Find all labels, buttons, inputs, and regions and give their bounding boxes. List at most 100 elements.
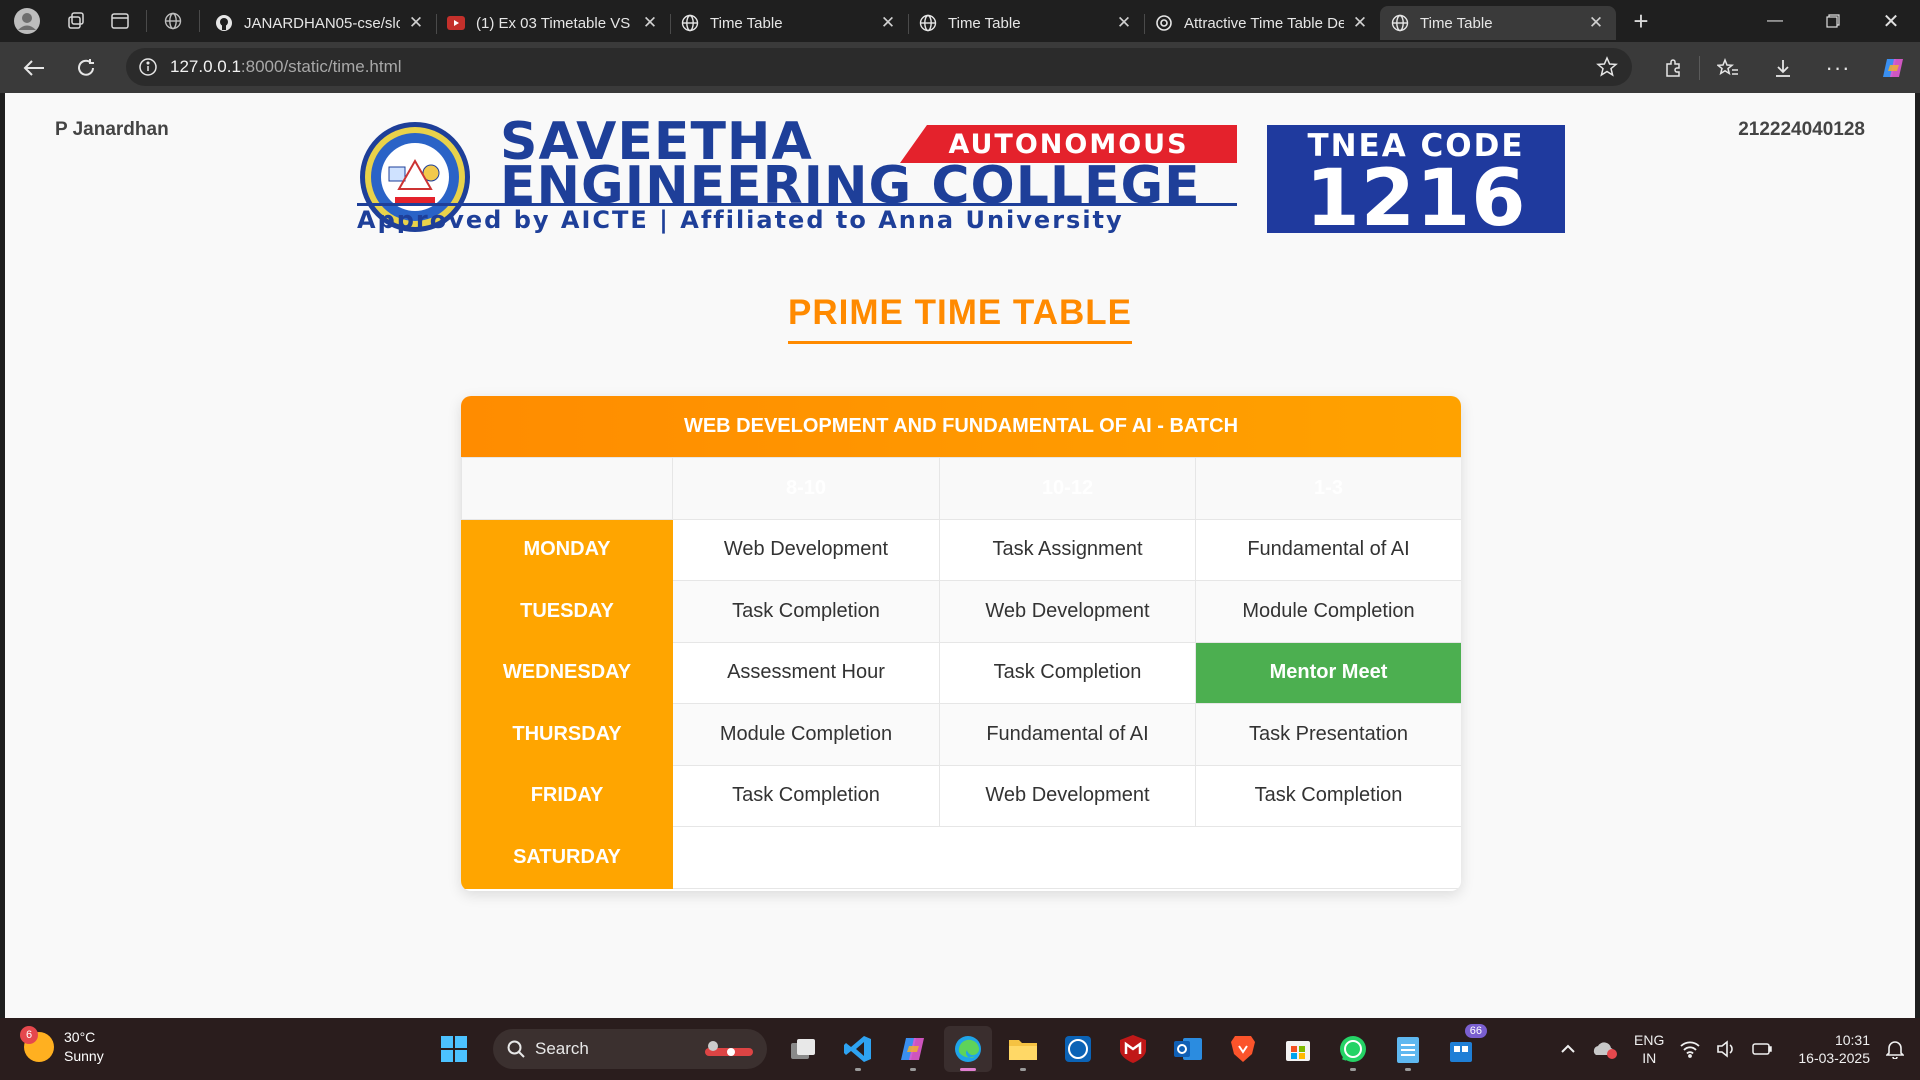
tab-actions-icon[interactable] xyxy=(98,0,142,42)
battery-icon[interactable] xyxy=(1752,1042,1773,1056)
subject-cell: Task Completion xyxy=(939,641,1196,704)
student-name: P Janardhan xyxy=(55,119,169,140)
day-cell: FRIDAY xyxy=(461,764,673,827)
tab-label: Time Table xyxy=(710,14,783,32)
affiliation-text: Approved by AICTE | Affiliated to Anna U… xyxy=(357,203,1237,234)
openai-icon xyxy=(1154,13,1174,33)
address-bar[interactable]: 127.0.0.1:8000/static/time.html xyxy=(126,48,1632,86)
copilot-icon[interactable] xyxy=(1866,48,1920,88)
notification-bell-icon[interactable] xyxy=(1886,1039,1904,1059)
outlook-icon[interactable] xyxy=(1164,1026,1212,1072)
refresh-icon[interactable] xyxy=(62,48,110,88)
back-arrow-icon[interactable] xyxy=(10,48,58,88)
tab-label: Attractive Time Table De xyxy=(1184,14,1344,32)
slot-header: 8-10 xyxy=(672,457,940,520)
tab-attractive-time-table[interactable]: Attractive Time Table De ✕ xyxy=(1144,6,1380,40)
whatsapp-icon[interactable] xyxy=(1329,1026,1377,1072)
tab-youtube[interactable]: (1) Ex 03 Timetable VS C ✕ xyxy=(436,6,671,40)
new-tab-icon[interactable]: + xyxy=(1616,0,1666,42)
subject-cell: Task Completion xyxy=(672,580,940,643)
subject-cell: Web Development xyxy=(939,764,1196,827)
windows-store-badge-icon[interactable]: 66 xyxy=(1439,1024,1487,1072)
clock[interactable]: 10:31 16-03-2025 xyxy=(1798,1031,1870,1067)
slot-header: 10-12 xyxy=(939,457,1196,520)
running-indicator xyxy=(960,1068,976,1071)
day-cell: WEDNESDAY xyxy=(461,641,673,704)
running-indicator xyxy=(1350,1068,1356,1071)
subject-cell: Module Completion xyxy=(672,703,940,766)
extensions-icon[interactable] xyxy=(1647,48,1699,88)
language-code: ENG xyxy=(1634,1032,1665,1048)
system-tray: ENG IN 10:31 16-03-2025 xyxy=(1552,1018,1920,1080)
more-options-icon[interactable]: ··· xyxy=(1810,48,1866,88)
search-placeholder: Search xyxy=(535,1039,589,1058)
task-view-icon[interactable] xyxy=(779,1026,827,1072)
tab-label: (1) Ex 03 Timetable VS C xyxy=(476,14,634,32)
tab-label: Time Table xyxy=(1420,14,1493,32)
table-row: THURSDAY Module Completion Fundamental o… xyxy=(461,703,1461,766)
start-windows-icon[interactable] xyxy=(430,1026,478,1072)
globe-icon xyxy=(680,13,700,33)
url-path: :8000/static/time.html xyxy=(240,57,402,76)
clock-date: 16-03-2025 xyxy=(1798,1050,1870,1066)
day-cell: MONDAY xyxy=(461,518,673,581)
youtube-icon xyxy=(446,13,466,33)
close-tab-icon[interactable]: ✕ xyxy=(1114,13,1134,33)
notification-count-badge: 66 xyxy=(1464,1024,1487,1038)
copilot-app-icon[interactable] xyxy=(889,1026,937,1072)
tab-github[interactable]: JANARDHAN05-cse/slot ✕ xyxy=(204,6,437,40)
tab-time-table-1[interactable]: Time Table ✕ xyxy=(670,6,909,40)
sunny-weather-icon: 6 xyxy=(20,1026,54,1062)
downloads-icon[interactable] xyxy=(1756,48,1810,88)
minimize-icon[interactable]: — xyxy=(1746,0,1804,42)
globe-icon xyxy=(1390,13,1410,33)
register-number: 212224040128 xyxy=(1738,119,1865,140)
close-tab-icon[interactable]: ✕ xyxy=(406,13,426,33)
chevron-up-icon[interactable] xyxy=(1560,1044,1576,1054)
timetable-card: WEB DEVELOPMENT AND FUNDAMENTAL OF AI - … xyxy=(461,396,1461,891)
tab-time-table-2[interactable]: Time Table ✕ xyxy=(908,6,1145,40)
page-viewport: P Janardhan 212224040128 SAVEETHA AUTONO… xyxy=(5,93,1915,1018)
subject-cell: Fundamental of AI xyxy=(1195,518,1461,581)
saturday-span-cell: Module Assessment Completion xyxy=(672,826,1461,889)
taskbar-search[interactable]: Search xyxy=(493,1029,767,1069)
subject-cell: Task Completion xyxy=(672,764,940,827)
subject-cell: Fundamental of AI xyxy=(939,703,1196,766)
close-tab-icon[interactable]: ✕ xyxy=(878,13,898,33)
weather-widget[interactable]: 6 30°C Sunny xyxy=(20,1026,104,1066)
close-tab-icon[interactable]: ✕ xyxy=(1586,13,1606,33)
edge-browser-icon[interactable] xyxy=(944,1026,992,1072)
favorite-star-icon[interactable] xyxy=(1596,56,1618,78)
volume-icon[interactable] xyxy=(1716,1040,1736,1058)
windows-taskbar: 6 30°C Sunny Search 66 ENG IN 10:31 16-0… xyxy=(0,1018,1920,1080)
subject-cell: Web Development xyxy=(939,580,1196,643)
tnea-code-box: TNEA CODE 1216 xyxy=(1267,125,1565,238)
collapsed-tab-globe-icon[interactable] xyxy=(151,0,195,42)
vscode-icon[interactable] xyxy=(834,1026,882,1072)
region-code: IN xyxy=(1642,1050,1657,1066)
restore-icon[interactable] xyxy=(1804,0,1862,42)
timetable-slot-row: 8-10 10-12 1-3 xyxy=(461,457,1461,520)
wifi-icon[interactable] xyxy=(1680,1040,1700,1058)
close-tab-icon[interactable]: ✕ xyxy=(1350,13,1370,33)
table-row: SATURDAY Module Assessment Completion xyxy=(461,826,1461,889)
site-info-icon[interactable] xyxy=(126,58,170,76)
dell-icon[interactable] xyxy=(1054,1026,1102,1072)
search-icon xyxy=(507,1040,525,1058)
profile-avatar-icon[interactable] xyxy=(0,0,54,42)
close-window-icon[interactable]: ✕ xyxy=(1862,0,1920,42)
tab-separator xyxy=(199,10,200,32)
notepad-icon[interactable] xyxy=(1384,1026,1432,1072)
brave-icon[interactable] xyxy=(1219,1026,1267,1072)
tab-separator xyxy=(146,10,147,32)
file-explorer-icon[interactable] xyxy=(999,1026,1047,1072)
language-indicator[interactable]: ENG IN xyxy=(1634,1031,1664,1067)
workspaces-icon[interactable] xyxy=(54,0,98,42)
onedrive-error-icon[interactable] xyxy=(1592,1039,1618,1059)
mcafee-icon[interactable] xyxy=(1109,1026,1157,1072)
tab-time-table-active[interactable]: Time Table ✕ xyxy=(1380,6,1616,40)
favorites-icon[interactable] xyxy=(1700,48,1756,88)
browser-tab-strip: JANARDHAN05-cse/slot ✕ (1) Ex 03 Timetab… xyxy=(0,0,1920,42)
close-tab-icon[interactable]: ✕ xyxy=(640,13,660,33)
microsoft-store-icon[interactable] xyxy=(1274,1026,1322,1072)
